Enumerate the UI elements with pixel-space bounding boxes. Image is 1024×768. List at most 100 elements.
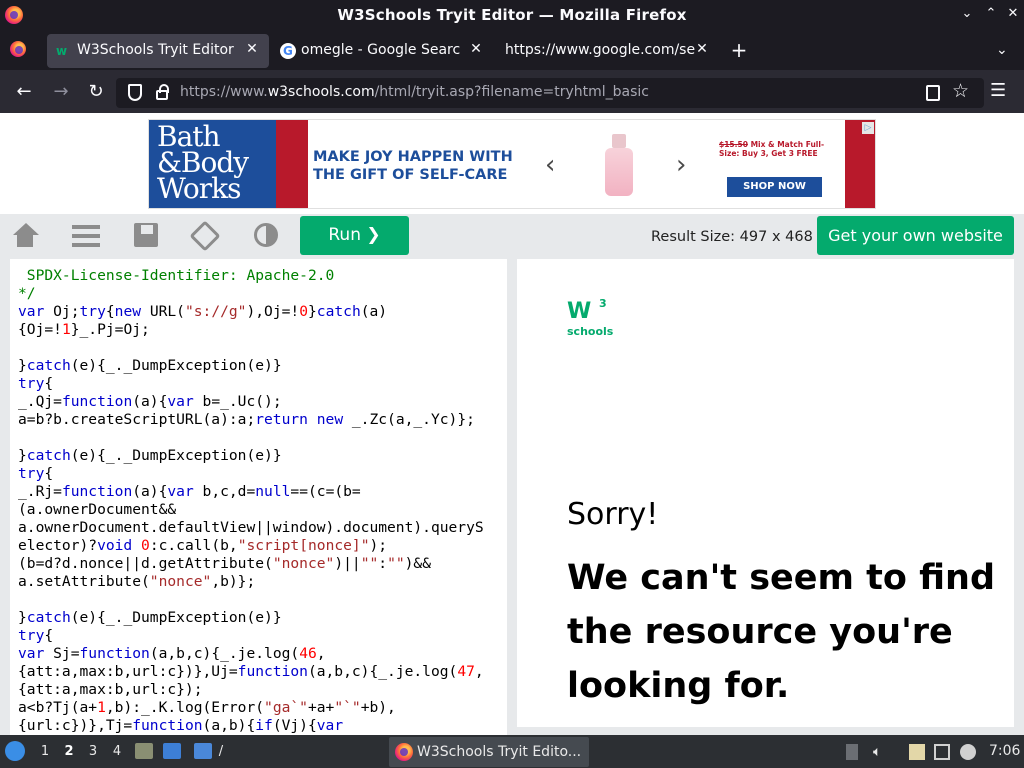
app-menu-icon[interactable]: ☰ [990, 80, 1006, 101]
code-line[interactable]: a.setAttribute("nonce",b)}; [18, 573, 484, 591]
code-line[interactable]: {Oj=!1}_.Pj=Oj; [18, 321, 484, 339]
ad-headline: MAKE JOY HAPPEN WITH THE GIFT OF SELF-CA… [313, 149, 513, 183]
bookmark-star-icon[interactable]: ☆ [952, 80, 969, 102]
workspace-4[interactable]: 4 [110, 744, 124, 759]
code-line[interactable]: a=b?b.createScriptURL(a):a;return new _.… [18, 411, 484, 429]
tab-w3schools[interactable]: w W3Schools Tryit Editor ✕ [47, 34, 269, 68]
new-tab-icon[interactable]: + [729, 38, 749, 62]
file-manager-icon[interactable] [135, 743, 153, 759]
code-line[interactable]: SPDX-License-Identifier: Apache-2.0 [18, 267, 484, 285]
ad-choices-icon[interactable]: ▷ [862, 122, 874, 134]
volume-icon[interactable]: 🔈︎ [873, 744, 889, 760]
forward-icon[interactable]: → [49, 80, 73, 104]
code-line[interactable]: */ [18, 285, 484, 303]
url-text[interactable]: https://www.w3schools.com/html/tryit.asp… [180, 84, 649, 100]
code-line[interactable]: _.Rj=function(a){var b,c,d=null==(c=(b= [18, 483, 484, 501]
code-editor[interactable]: SPDX-License-Identifier: Apache-2.0 */var… [10, 259, 507, 735]
reload-icon[interactable]: ↻ [84, 80, 108, 104]
path-separator: / [218, 744, 224, 759]
error-message: We can't seem to find the resource you'r… [567, 558, 996, 706]
folder-icon[interactable] [194, 743, 212, 759]
dark-mode-icon[interactable] [254, 223, 278, 247]
tab-strip: w W3Schools Tryit Editor ✕ omegle - Goog… [0, 30, 1024, 70]
lock-icon[interactable] [156, 84, 169, 100]
taskbar-window-label: W3Schools Tryit Edito... [417, 744, 582, 760]
tracking-protection-icon[interactable] [128, 84, 142, 101]
start-menu-icon[interactable] [5, 741, 25, 761]
ad-next-arrow-icon[interactable]: › [676, 150, 686, 180]
tryit-toolbar: Run ❯ Result Size: 497 x 468 Get your ow… [0, 214, 1024, 258]
code-line[interactable]: (a.ownerDocument&& [18, 501, 484, 519]
code-line[interactable]: {att:a,max:b,url:c}); [18, 681, 484, 699]
code-text[interactable]: SPDX-License-Identifier: Apache-2.0 */var… [18, 267, 484, 735]
code-line[interactable]: }catch(e){_._DumpException(e)} [18, 609, 484, 627]
workspace-2[interactable]: 2 [62, 744, 76, 759]
result-size-label: Result Size: 497 x 468 [651, 229, 813, 245]
code-line[interactable] [18, 591, 484, 609]
code-line[interactable]: var Sj=function(a,b,c){_.je.log(46, [18, 645, 484, 663]
reader-view-icon[interactable] [926, 85, 940, 101]
back-icon[interactable]: ← [12, 80, 36, 104]
code-line[interactable]: try{ [18, 627, 484, 645]
tab-google-url[interactable]: https://www.google.com/sea ✕ [491, 34, 717, 68]
error-title: Sorry! [567, 497, 659, 532]
ad-shop-now-button[interactable]: SHOP NOW [727, 177, 822, 197]
workspace-3[interactable]: 3 [86, 744, 100, 759]
code-line[interactable]: elector)?void 0:c.call(b,"script[nonce]"… [18, 537, 484, 555]
clipboard-icon[interactable] [909, 744, 925, 760]
change-orientation-icon[interactable] [189, 220, 221, 252]
code-line[interactable]: {url:c})},Tj=function(a,b){if(Vj){var [18, 717, 484, 735]
close-tab-icon[interactable]: ✕ [694, 41, 710, 57]
result-frame[interactable]: W 3 schools Sorry! We can't seem to find… [517, 259, 1014, 727]
close-tab-icon[interactable]: ✕ [244, 41, 260, 57]
firefox-icon [395, 743, 413, 761]
close-window-icon[interactable]: ✕ [1005, 6, 1021, 21]
code-line[interactable]: try{ [18, 465, 484, 483]
menu-icon[interactable] [72, 223, 100, 249]
ad-decoration [276, 120, 308, 208]
code-line[interactable]: a.ownerDocument.defaultView||window).doc… [18, 519, 484, 537]
save-icon[interactable] [134, 223, 158, 247]
ad-area: Bath &Body Works MAKE JOY HAPPEN WITH TH… [0, 113, 1024, 214]
home-icon[interactable] [12, 223, 40, 249]
taskbar: 1 2 3 4 / W3Schools Tryit Edito... 🔈︎ 7:… [0, 735, 1024, 768]
notifications-icon[interactable] [960, 744, 976, 760]
code-line[interactable]: _.Qj=function(a){var b=_.Uc(); [18, 393, 484, 411]
code-line[interactable]: }catch(e){_._DumpException(e)} [18, 357, 484, 375]
tab-google-search[interactable]: omegle - Google Search ✕ [271, 34, 489, 68]
product-bottle-image [605, 134, 633, 196]
network-icon[interactable] [934, 744, 950, 760]
ad-prev-arrow-icon[interactable]: ‹ [545, 150, 555, 180]
code-line[interactable]: (b=d?d.nonce||d.getAttribute("nonce")||"… [18, 555, 484, 573]
maximize-icon[interactable]: ⌃ [983, 6, 999, 21]
code-line[interactable]: }catch(e){_._DumpException(e)} [18, 447, 484, 465]
w3schools-logo[interactable]: W 3 schools [567, 297, 613, 339]
ad-banner[interactable]: Bath &Body Works MAKE JOY HAPPEN WITH TH… [148, 119, 876, 209]
code-line[interactable] [18, 429, 484, 447]
list-all-tabs-icon[interactable]: ⌄ [996, 42, 1008, 58]
ad-promo-text: $15.50 Mix & Match Full-Size: Buy 3, Get… [719, 140, 825, 158]
code-line[interactable]: a<b?Tj(a+1,b):_.K.log(Error("ga`"+a+"`"+… [18, 699, 484, 717]
url-bar[interactable]: https://www.w3schools.com/html/tryit.asp… [116, 78, 984, 108]
ad-brand-logo: Bath &Body Works [149, 120, 276, 208]
clock: 7:06 [989, 743, 1021, 759]
code-line[interactable] [18, 339, 484, 357]
code-line[interactable]: var Oj;try{new URL("s://g"),Oj=!0}catch(… [18, 303, 484, 321]
window-titlebar: W3Schools Tryit Editor — Mozilla Firefox… [0, 0, 1024, 30]
navigation-bar: ← → ↻ https://www.w3schools.com/html/try… [0, 72, 1024, 112]
tab-label: W3Schools Tryit Editor [77, 42, 234, 58]
desktop-icon[interactable] [163, 743, 181, 759]
code-line[interactable]: {att:a,max:b,url:c})},Uj=function(a,b,c)… [18, 663, 484, 681]
workspace-1[interactable]: 1 [38, 744, 52, 759]
run-button[interactable]: Run ❯ [300, 216, 409, 255]
taskbar-firefox-window[interactable]: W3Schools Tryit Edito... [389, 737, 589, 767]
close-tab-icon[interactable]: ✕ [468, 41, 484, 57]
code-line[interactable]: try{ [18, 375, 484, 393]
scroll-indicator-icon[interactable] [846, 744, 858, 760]
firefox-view-icon[interactable] [10, 41, 26, 57]
window-title: W3Schools Tryit Editor — Mozilla Firefox [337, 6, 687, 24]
tab-label: https://www.google.com/sea [505, 42, 695, 58]
w3schools-favicon-icon: w [56, 44, 68, 58]
get-own-website-button[interactable]: Get your own website [817, 216, 1014, 255]
minimize-icon[interactable]: ⌄ [959, 6, 975, 21]
